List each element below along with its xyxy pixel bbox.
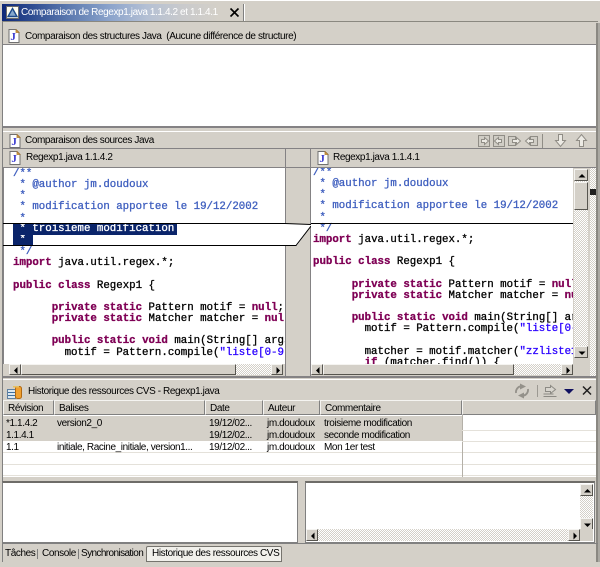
svg-text:J: J [319, 153, 325, 165]
svg-text:J: J [11, 136, 17, 148]
svg-text:J: J [11, 153, 17, 165]
svg-text:J: J [10, 31, 16, 43]
